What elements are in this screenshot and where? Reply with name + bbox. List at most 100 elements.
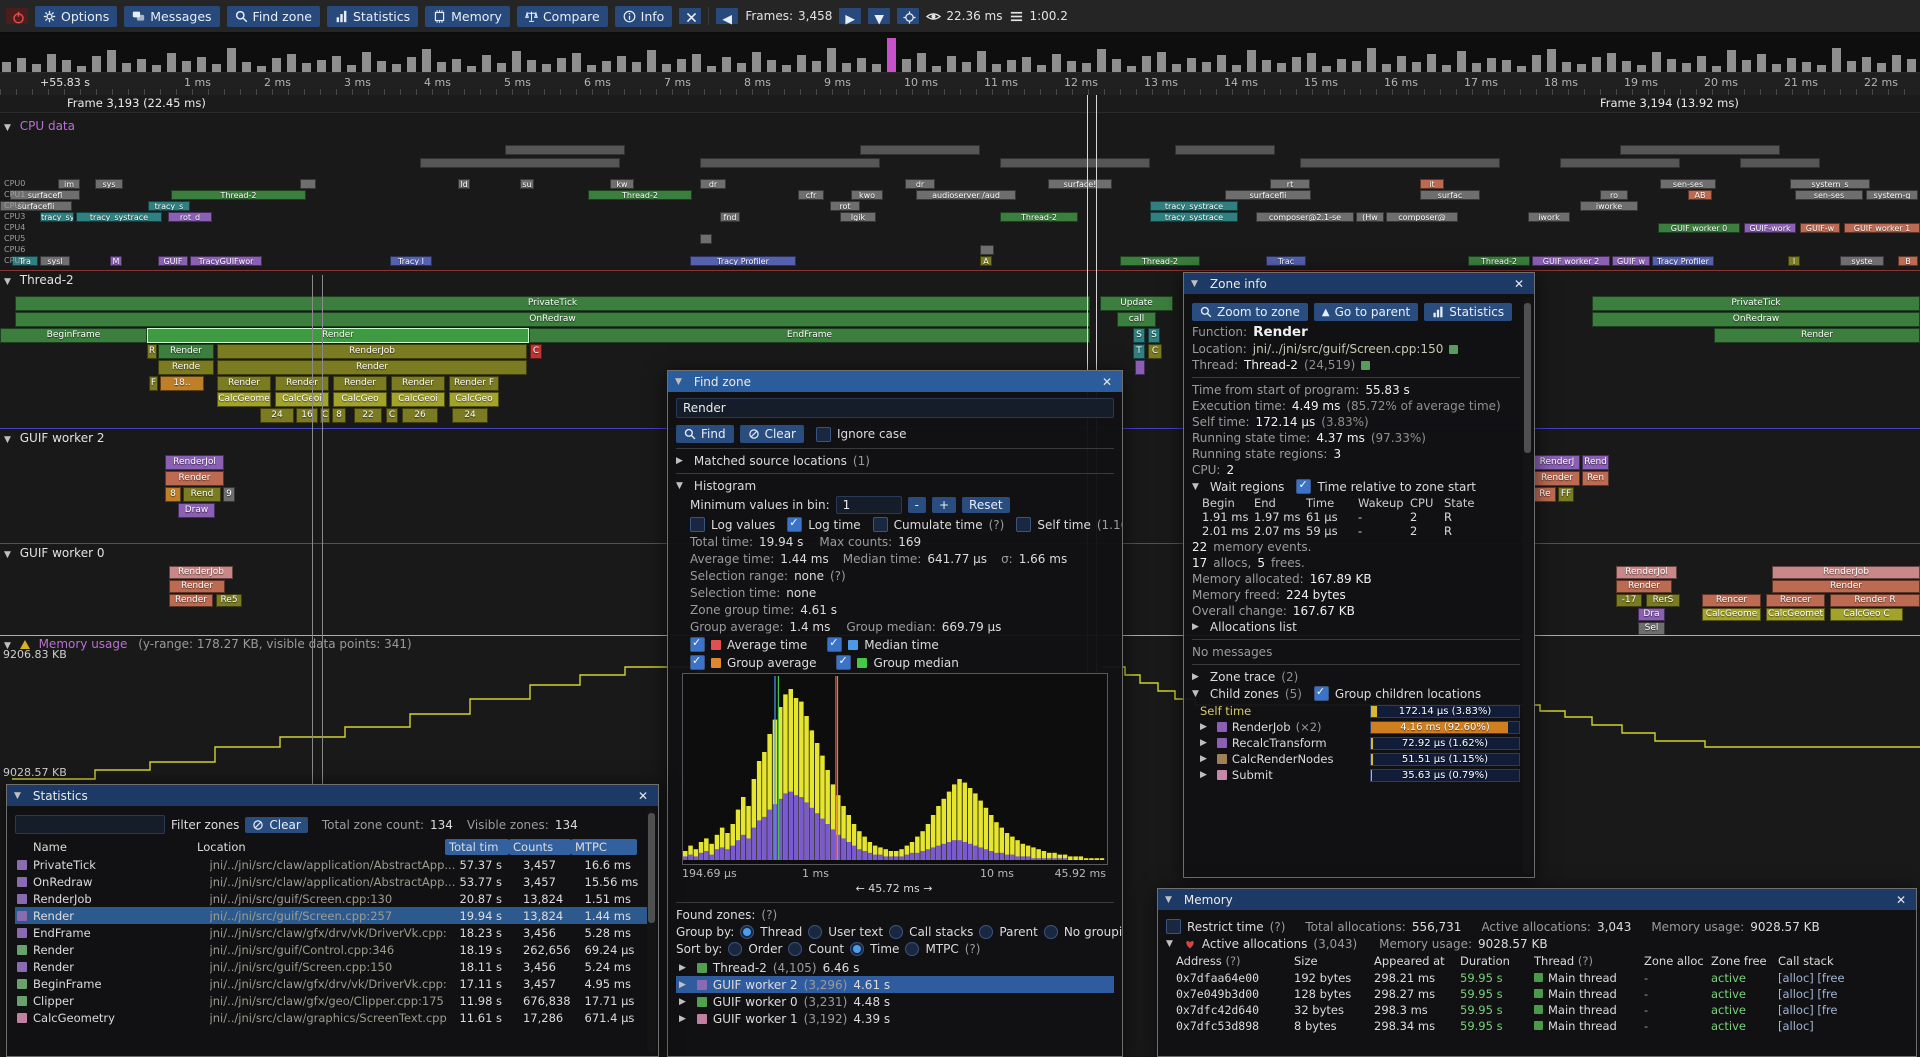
cpu-zone[interactable]: sysl [40,256,70,266]
cpu-zone[interactable]: im [58,179,80,189]
timeline-zone[interactable]: RenderJol [1616,566,1677,579]
cpu-zone[interactable]: kwo [851,190,883,200]
wait-column-header[interactable]: End [1254,496,1306,510]
timeline-zone[interactable]: R [147,344,157,359]
cpu-zone[interactable]: rot_d [168,212,212,222]
timeline-zone[interactable]: Rencer [1766,594,1825,607]
close-icon[interactable]: ✕ [1099,375,1115,389]
memory-column-header[interactable]: Duration [1460,954,1510,968]
memory-column-header[interactable]: Zone free [1711,954,1767,968]
collapse-triangle-icon[interactable]: ▶ [1192,672,1199,682]
help-icon[interactable]: (?) [1222,954,1241,968]
cpu-usage-segment[interactable] [1300,158,1500,168]
close-icon[interactable]: ✕ [1893,893,1909,907]
cpu-zone[interactable]: Tracy Profiler [690,256,796,266]
timeline-zone[interactable]: Render [217,376,271,391]
statistics-table-row[interactable]: Renderjni/../jni/src/guif/Screen.cpp:257… [15,907,650,924]
find-zone-histogram[interactable] [682,673,1108,865]
allocations-list-label[interactable]: Allocations list [1210,620,1297,634]
go-to-parent-button[interactable]: ▲ Go to parent [1314,303,1418,321]
zone-statistics-button[interactable]: Statistics [1424,303,1512,321]
cpu-zone[interactable]: tracy_systrace [1150,201,1238,211]
cpu-zone[interactable]: iwork [1528,212,1570,222]
option-checkbox[interactable] [787,517,802,532]
child-zones-label[interactable]: Child zones [1210,687,1279,701]
restrict-time-checkbox[interactable] [1166,919,1181,934]
cpu-usage-segment[interactable] [1175,145,1275,155]
cpu-zone[interactable]: tracy_s [148,201,190,211]
cpu-zone[interactable]: A [980,256,992,266]
timeline-zone[interactable]: Sel [1638,622,1665,635]
found-zone-group-row[interactable]: ▶GUIF worker 1(3,192)4.39 s [676,1010,1114,1027]
cpu-zone[interactable]: system-g [1866,190,1918,200]
cpu-usage-segment[interactable] [1000,158,1150,168]
collapse-triangle-icon[interactable]: ▼ [1192,482,1199,492]
cpu-zone[interactable]: kw [610,179,634,189]
cpu-zone[interactable]: dr [905,179,935,189]
timeline-zone[interactable]: 8 [332,408,346,423]
help-icon[interactable]: (?) [830,569,846,583]
location-value[interactable]: jni/../jni/src/guif/Screen.cpp:150 [1253,342,1444,356]
found-zone-group-row[interactable]: ▶Thread-2(4,105)6.46 s [676,959,1114,976]
legend-checkbox[interactable] [836,655,851,670]
timeline-zone[interactable]: RenderJob [217,344,527,359]
timeline-zone[interactable]: 18.. [160,376,204,391]
timeline-zone[interactable]: OnRedraw [1592,312,1920,327]
close-icon[interactable]: ✕ [635,789,651,803]
timeline-zone[interactable]: Render [169,594,213,607]
guif-worker2-header[interactable]: ▼ GUIF worker 2 [4,431,104,445]
wait-column-header[interactable]: CPU [1410,496,1444,510]
radio-button[interactable] [740,925,754,939]
statistics-table-row[interactable]: EndFramejni/../jni/src/claw/gfx/drv/vk/D… [15,924,650,941]
timeline-zone[interactable]: CalcGeomet [1766,608,1825,621]
timeline-zone[interactable]: PrivateTick [1592,296,1920,311]
statistics-table-row[interactable]: Clipperjni/../jni/src/claw/gfx/geo/Clipp… [15,992,650,1009]
cpu-zone[interactable]: TracyGUIFwor [190,256,262,266]
cpu-zone[interactable]: composer@2.1-se [1256,212,1354,222]
timeline-zone[interactable]: 26 [402,408,438,423]
timeline-zone[interactable]: RenderJob [1772,566,1920,579]
timeline-zone[interactable]: Render [217,360,527,375]
collapse-triangle-icon[interactable]: ▼ [1166,939,1173,949]
child-zone-row[interactable]: ▶RenderJob(×2)4.16 ms (92.60%) [1200,719,1520,735]
timeline-zone[interactable]: 24 [260,408,294,423]
cpu-zone[interactable]: fnd [720,212,740,222]
statistics-window-titlebar[interactable]: ▼ Statistics ✕ [7,785,658,806]
cpu-zone[interactable]: composer@ [1386,212,1458,222]
cpu-zone[interactable]: Tracy Profiler [1652,256,1714,266]
cpu-zone[interactable] [300,179,316,189]
zone-trace-label[interactable]: Zone trace [1210,670,1275,684]
timeline-zone[interactable]: Render [275,376,329,391]
timeline-zone[interactable]: RenderJob [169,566,233,579]
timeline-zone[interactable]: Render R [1830,594,1920,607]
child-zone-row[interactable]: ▶CalcRenderNodes51.51 µs (1.15%) [1200,751,1520,767]
statistics-table-row[interactable]: Renderjni/../jni/src/guif/Control.cpp:34… [15,941,650,958]
radio-button[interactable] [905,942,919,956]
memory-column-header[interactable]: Zone alloc [1644,954,1704,968]
find-zone-search-input[interactable] [676,398,1114,418]
timeline-zone[interactable]: BeginFrame [0,328,147,343]
collapse-triangle-icon[interactable]: ▼ [4,123,11,133]
memory-allocation-row[interactable]: 0x7e049b3d00128 bytes298.27 ms59.95 sMai… [1166,987,1908,1003]
child-zone-row[interactable]: ▶Submit35.63 µs (0.79%) [1200,767,1520,783]
timeline-zone[interactable]: Render F [449,376,499,391]
timeline-zone[interactable]: Render [391,376,445,391]
cpu-zone[interactable]: GUIF w [1612,256,1650,266]
timeline-zone[interactable]: CalcGeoi [275,392,329,407]
group-children-checkbox[interactable] [1314,686,1329,701]
cpu-zone[interactable]: sen-ses [1795,190,1863,200]
timeline-zone[interactable]: call [1117,312,1156,327]
timeline-zone[interactable]: 8 [165,487,181,502]
collapse-triangle-icon[interactable]: ▼ [4,277,11,287]
cpu-zone[interactable]: GUIF worker 1 [1844,223,1920,233]
column-header-total-time[interactable]: Total tim [445,839,509,855]
cpu-zone[interactable]: it [1420,179,1444,189]
thread2-header[interactable]: ▼ Thread-2 [4,273,74,287]
ignore-case-checkbox[interactable] [816,427,831,442]
timeline-zone[interactable]: CalcGeome [217,392,271,407]
cpu-zone[interactable]: GUIF worker 2 [1532,256,1610,266]
help-icon[interactable]: (?) [761,908,777,922]
collapse-triangle-icon[interactable]: ▶ [679,1014,686,1024]
zone-info-window-titlebar[interactable]: ▼ Zone info ✕ [1184,273,1534,294]
min-bin-increase-button[interactable]: + [932,497,956,513]
